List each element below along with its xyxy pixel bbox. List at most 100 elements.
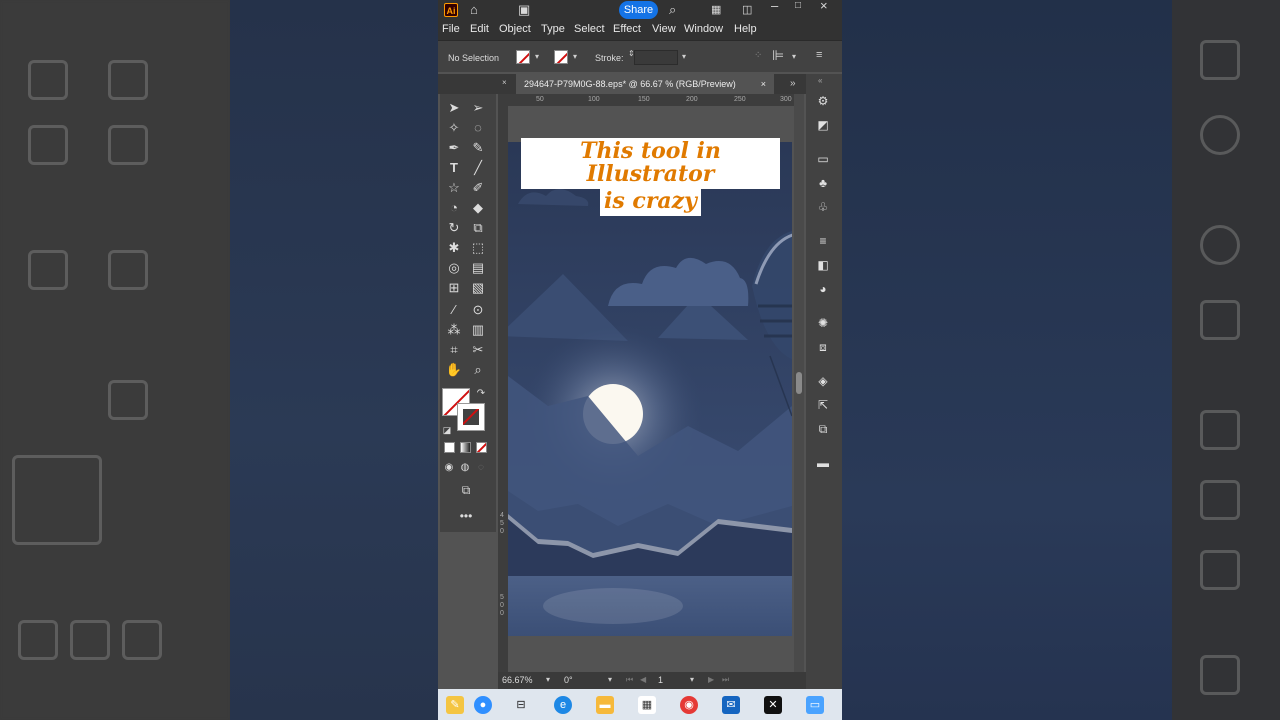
scrollbar-thumb[interactable] xyxy=(796,372,802,394)
widgets-icon[interactable]: ✎ xyxy=(446,696,464,714)
more-tabs-icon[interactable]: » xyxy=(790,78,796,89)
symbols-panel-icon[interactable]: ♣ xyxy=(814,174,832,192)
align-icon[interactable]: ⊫ xyxy=(772,47,784,64)
last-artboard-icon[interactable]: ⏭ xyxy=(722,675,729,685)
zoom-level-field[interactable]: 66.67% xyxy=(502,674,533,687)
menu-window[interactable]: Window xyxy=(684,23,723,35)
color-mode-icon[interactable] xyxy=(444,442,455,453)
color-guide-panel-icon[interactable]: ▭ xyxy=(814,150,832,168)
stroke-weight-field[interactable] xyxy=(634,50,678,65)
menu-edit[interactable]: Edit xyxy=(470,23,489,35)
gradient-panel-icon[interactable]: ◕ xyxy=(814,280,832,298)
curvature-tool-icon[interactable]: ✎ xyxy=(468,138,488,158)
menu-file[interactable]: File xyxy=(442,23,460,35)
scale-tool-icon[interactable]: ⧉ xyxy=(468,218,488,238)
search-icon[interactable]: ⌕ xyxy=(669,2,676,18)
zoom-tool-icon[interactable]: ⌕ xyxy=(468,360,488,380)
graph-tool-icon[interactable]: ▥ xyxy=(468,320,488,340)
direct-selection-tool-icon[interactable]: ➢ xyxy=(468,98,488,118)
document-tab[interactable]: 294647-P79M0G-88.eps* @ 66.67 % (RGB/Pre… xyxy=(516,74,774,94)
lasso-tool-icon[interactable]: ◌ xyxy=(468,118,488,138)
home-icon[interactable]: ⌂ xyxy=(470,2,478,18)
draw-normal-icon[interactable]: ◉ xyxy=(442,458,456,478)
gradient-tool-icon[interactable]: ▧ xyxy=(468,278,488,298)
workspace-icon[interactable]: ▦ xyxy=(711,2,721,18)
magic-wand-tool-icon[interactable]: ✧ xyxy=(444,118,464,138)
transform-icon[interactable]: ⁘ xyxy=(754,50,762,61)
blend-tool-icon[interactable]: ⊙ xyxy=(468,300,488,320)
menu-help[interactable]: Help xyxy=(734,23,757,35)
comments-panel-icon[interactable]: ▬ xyxy=(814,454,832,472)
default-colors-icon[interactable]: ◪ xyxy=(440,420,454,440)
align-panel-icon[interactable]: ≡ xyxy=(814,232,832,250)
star-tool-icon[interactable]: ☆ xyxy=(444,178,464,198)
type-tool-icon[interactable]: T xyxy=(444,158,464,178)
edge-icon[interactable]: e xyxy=(554,696,572,714)
swap-colors-icon[interactable]: ↷ xyxy=(474,384,488,404)
artboard-dropdown-icon[interactable]: ▾ xyxy=(690,675,694,684)
artboard-number-field[interactable]: 1 xyxy=(658,674,663,687)
arrange-documents-icon[interactable]: ▣ xyxy=(518,2,530,18)
vertical-scrollbar[interactable] xyxy=(794,94,804,672)
eyedropper-tool-icon[interactable]: ⁄ xyxy=(444,300,464,320)
shaper-tool-icon[interactable]: ◔ xyxy=(444,198,464,218)
layout-icon[interactable]: ◫ xyxy=(742,2,752,18)
edit-toolbar-icon[interactable]: ••• xyxy=(456,506,476,526)
task-view-icon[interactable]: ⊟ xyxy=(512,696,530,714)
artboards-panel-icon[interactable]: ⧉ xyxy=(814,420,832,438)
slice-tool-icon[interactable]: ✂ xyxy=(468,340,488,360)
stroke-panel-icon[interactable]: ✺ xyxy=(814,314,832,332)
selection-tool-icon[interactable]: ➤ xyxy=(444,98,464,118)
menu-view[interactable]: View xyxy=(652,23,676,35)
rotation-dropdown-icon[interactable]: ▾ xyxy=(608,675,612,684)
transparency-panel-icon[interactable]: ◧ xyxy=(814,256,832,274)
stroke-weight-dropdown-icon[interactable]: ▾ xyxy=(682,52,686,61)
tab-close-left-icon[interactable]: × xyxy=(502,78,507,87)
remote-desktop-icon[interactable]: ▭ xyxy=(806,696,824,714)
menu-object[interactable]: Object xyxy=(499,23,531,35)
menu-type[interactable]: Type xyxy=(541,23,565,35)
chrome-icon[interactable]: ◉ xyxy=(680,696,698,714)
shape-builder-tool-icon[interactable]: ◎ xyxy=(444,258,464,278)
minimize-icon[interactable]: – xyxy=(771,0,778,14)
microsoft-store-icon[interactable]: ▦ xyxy=(638,696,656,714)
first-artboard-icon[interactable]: ⏮ xyxy=(626,675,633,685)
stroke-color-swatch[interactable] xyxy=(457,403,485,431)
line-tool-icon[interactable]: ╱ xyxy=(468,158,488,178)
gradient-mode-icon[interactable] xyxy=(460,442,471,453)
export-panel-icon[interactable]: ⇱ xyxy=(814,396,832,414)
align-dropdown-icon[interactable]: ▾ xyxy=(792,52,796,61)
dock-collapse-icon[interactable]: « xyxy=(818,76,822,85)
appearance-panel-icon[interactable]: ⚙ xyxy=(814,92,832,110)
capcut-icon[interactable]: ✕ xyxy=(764,696,782,714)
copilot-icon[interactable]: ● xyxy=(474,696,492,714)
artboard-tool-icon[interactable]: ⌗ xyxy=(444,340,464,360)
mesh-tool-icon[interactable]: ⊞ xyxy=(444,278,464,298)
panel-menu-icon[interactable]: ≡ xyxy=(816,49,822,61)
none-mode-icon[interactable] xyxy=(476,442,487,453)
fill-swatch[interactable] xyxy=(516,50,530,64)
draw-behind-icon[interactable]: ◍ xyxy=(458,458,472,478)
zoom-dropdown-icon[interactable]: ▾ xyxy=(546,675,550,684)
menu-effect[interactable]: Effect xyxy=(613,23,641,35)
next-artboard-icon[interactable]: ▶ xyxy=(708,675,714,684)
share-button[interactable]: Share xyxy=(619,1,658,19)
stroke-swatch[interactable] xyxy=(554,50,568,64)
menu-select[interactable]: Select xyxy=(574,23,605,35)
rotate-tool-icon[interactable]: ↻ xyxy=(444,218,464,238)
eraser-tool-icon[interactable]: ◆ xyxy=(468,198,488,218)
previous-artboard-icon[interactable]: ◀ xyxy=(640,675,646,684)
hand-tool-icon[interactable]: ✋ xyxy=(444,360,464,380)
fill-dropdown-icon[interactable]: ▾ xyxy=(535,52,539,61)
symbol-sprayer-tool-icon[interactable]: ⁂ xyxy=(444,320,464,340)
maximize-icon[interactable]: □ xyxy=(795,0,801,14)
free-transform-tool-icon[interactable]: ⬚ xyxy=(468,238,488,258)
perspective-grid-tool-icon[interactable]: ▤ xyxy=(468,258,488,278)
mail-icon[interactable]: ✉ xyxy=(722,696,740,714)
tab-close-icon[interactable]: × xyxy=(761,74,766,94)
close-icon[interactable]: × xyxy=(820,0,828,14)
screen-mode-icon[interactable]: ⧉ xyxy=(456,480,476,500)
stroke-dropdown-icon[interactable]: ▾ xyxy=(573,52,577,61)
paintbrush-tool-icon[interactable]: ✐ xyxy=(468,178,488,198)
layers-panel-icon[interactable]: ◈ xyxy=(814,372,832,390)
